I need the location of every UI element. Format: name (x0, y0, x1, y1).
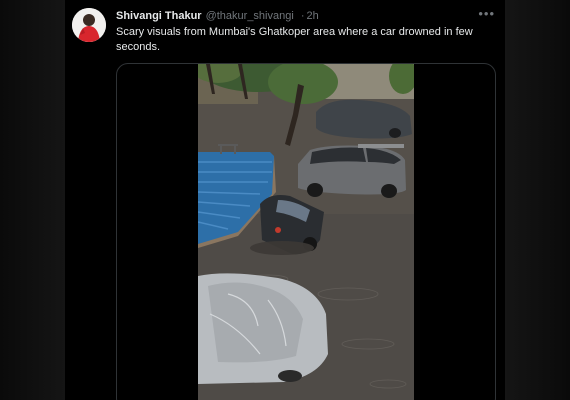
media-container[interactable] (116, 63, 496, 400)
avatar[interactable] (72, 8, 106, 42)
avatar-image (72, 8, 106, 42)
left-gutter (0, 0, 65, 400)
author-name[interactable]: Shivangi Thakur (116, 10, 202, 22)
author-handle[interactable]: @thakur_shivangi (206, 10, 294, 22)
screen: Shivangi Thakur @thakur_shivangi · 2h ••• … (0, 0, 570, 400)
tweet-text: Scary visuals from Mumbai's Ghatkoper ar… (116, 26, 473, 53)
right-gutter (505, 0, 570, 400)
tweet-time[interactable]: 2h (307, 10, 319, 22)
video-frame[interactable] (198, 64, 414, 400)
more-icon[interactable]: ••• (478, 6, 495, 21)
tweet-header: Shivangi Thakur @thakur_shivangi · 2h (116, 9, 319, 23)
video-scene (198, 64, 414, 400)
tweet-card[interactable]: Shivangi Thakur @thakur_shivangi · 2h ••• … (65, 0, 505, 400)
separator-dot: · (300, 10, 305, 22)
